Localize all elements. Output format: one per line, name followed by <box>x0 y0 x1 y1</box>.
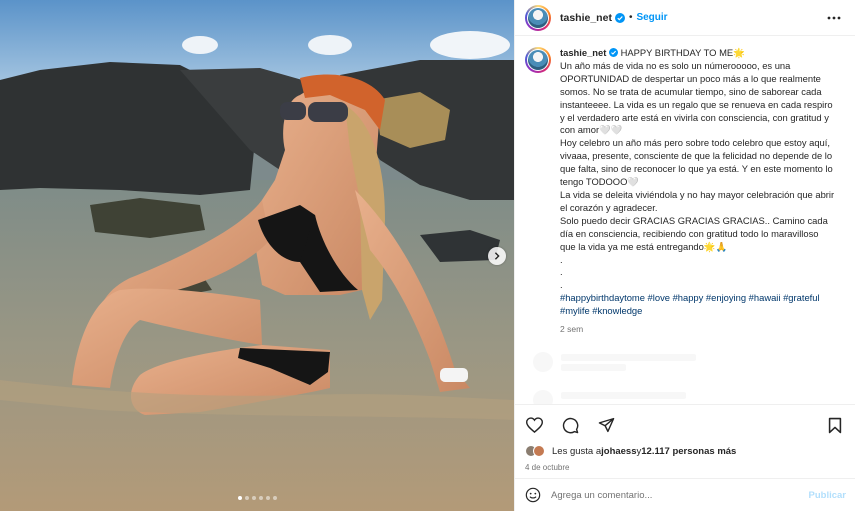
heart-icon[interactable] <box>525 416 543 434</box>
publish-button[interactable]: Publicar <box>809 490 847 501</box>
carousel-dot <box>237 496 242 500</box>
post-username[interactable]: tashie_net <box>560 12 612 24</box>
more-options-icon[interactable] <box>827 11 841 30</box>
post-actions: Les gusta a johaess y 12.117 personas má… <box>515 404 855 472</box>
likes-prefix: Les gusta a <box>552 445 602 457</box>
caption: tashie_net HAPPY BIRTHDAY TO ME🌟 Un año … <box>525 47 846 336</box>
emoji-icon[interactable] <box>525 487 541 503</box>
comment-input[interactable] <box>551 489 809 501</box>
post-media[interactable] <box>0 0 514 511</box>
separator-dot: • <box>628 12 633 23</box>
hashtags[interactable]: #happybirthdaytome #love #happy #enjoyin… <box>560 292 835 318</box>
likes-summary[interactable]: Les gusta a johaess y 12.117 personas má… <box>525 445 846 457</box>
follow-button[interactable]: Seguir <box>636 12 667 23</box>
caption-avatar[interactable] <box>525 47 551 73</box>
caption-line: HAPPY BIRTHDAY TO ME🌟 <box>620 47 745 58</box>
caption-line: Solo puedo decir GRACIAS GRACIAS GRACIAS… <box>560 214 831 252</box>
share-icon[interactable] <box>597 416 615 434</box>
caption-line: La vida se deleita viviéndola y no hay m… <box>560 188 837 213</box>
post-side-panel: tashie_net • Seguir tashie_net HAPPY BIR… <box>514 0 855 511</box>
carousel-dot <box>251 496 256 500</box>
bookmark-icon[interactable] <box>826 416 844 434</box>
caption-line: Hoy celebro un año más pero sobre todo c… <box>560 137 836 188</box>
chevron-right-icon <box>494 252 500 260</box>
carousel-next-button[interactable] <box>488 247 506 265</box>
carousel-dot <box>265 496 270 500</box>
comments-area[interactable]: tashie_net HAPPY BIRTHDAY TO ME🌟 Un año … <box>515 37 855 404</box>
post-date: 4 de octubre <box>525 463 570 472</box>
liker-avatars <box>525 445 547 457</box>
comment-composer: Publicar <box>515 478 855 511</box>
verified-badge-icon <box>608 48 618 57</box>
caption-line: . <box>560 279 563 291</box>
verified-badge-icon <box>614 12 625 23</box>
liker-username[interactable]: johaess <box>601 446 636 457</box>
caption-username[interactable]: tashie_net <box>560 47 606 58</box>
beach-photo <box>0 0 514 511</box>
post-header: tashie_net • Seguir <box>515 0 855 36</box>
avatar[interactable] <box>525 4 551 31</box>
carousel-dot <box>272 496 277 500</box>
caption-line: Un año más de vida no es solo un númeroo… <box>560 59 836 136</box>
carousel-dot <box>244 496 249 500</box>
comment-icon[interactable] <box>561 416 579 434</box>
carousel-indicator <box>0 496 514 500</box>
caption-time: 2 sem <box>560 324 584 335</box>
likes-count[interactable]: 12.117 personas más <box>641 446 736 457</box>
caption-line: . <box>560 253 563 265</box>
carousel-dot <box>258 496 263 500</box>
caption-text: tashie_net HAPPY BIRTHDAY TO ME🌟 Un año … <box>560 47 835 336</box>
caption-line: . <box>560 266 563 278</box>
